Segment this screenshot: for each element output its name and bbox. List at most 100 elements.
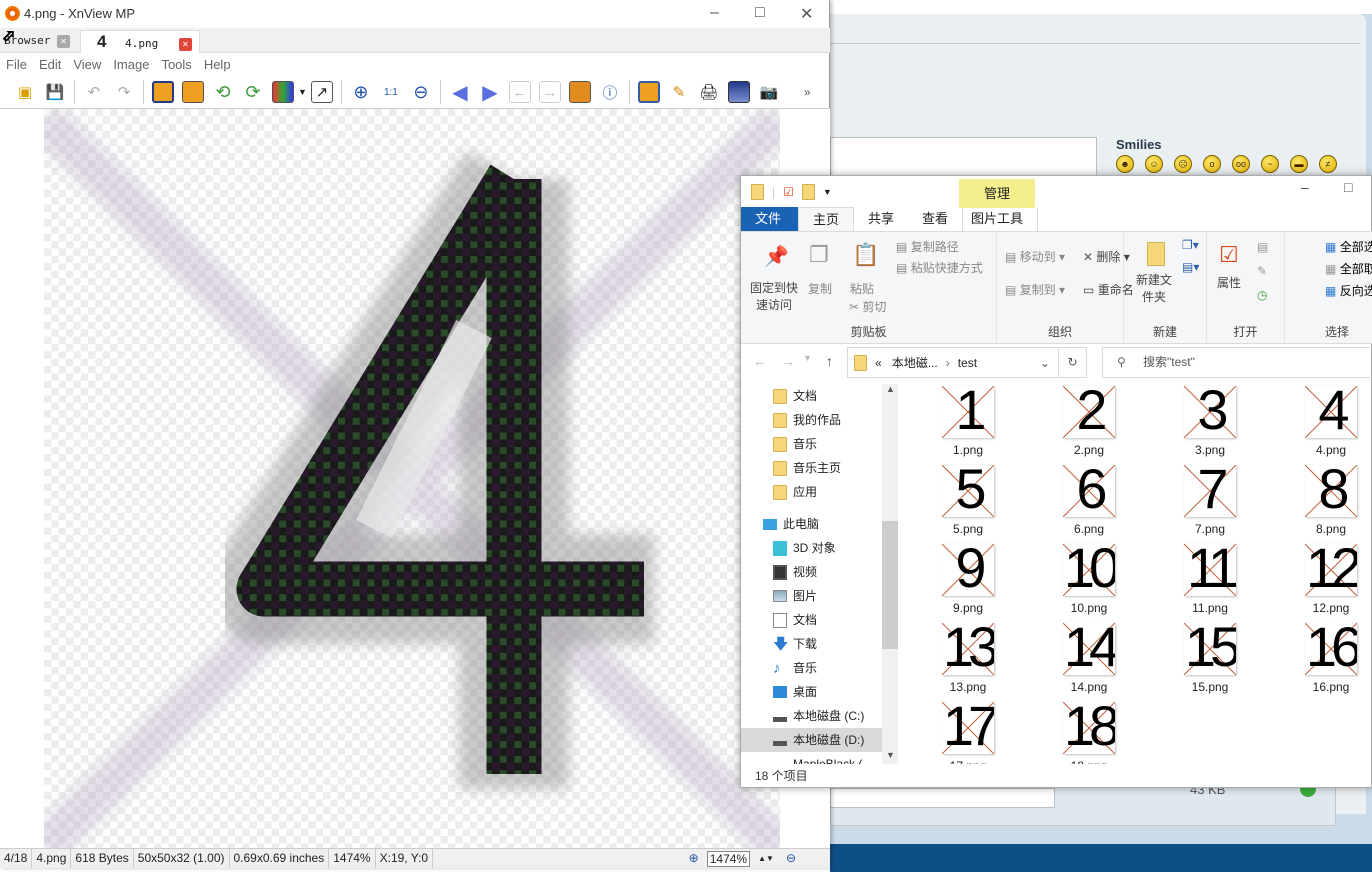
nav-item[interactable]: 音乐	[741, 432, 882, 456]
nav-item[interactable]: 此电脑	[741, 512, 882, 536]
minimize-button[interactable]: –	[1301, 179, 1309, 195]
message-box[interactable]	[830, 137, 1097, 177]
scroll-up-icon[interactable]: ▲	[886, 384, 895, 394]
nav-item[interactable]: 本地磁盘 (D:)	[741, 728, 882, 752]
edit-text-icon[interactable]: ✎	[668, 81, 690, 103]
smiley-eek-icon[interactable]: oo	[1232, 155, 1250, 173]
smiley-sad-icon[interactable]: ☹	[1174, 155, 1192, 173]
easy-access-icon[interactable]: ▤▾	[1182, 260, 1199, 274]
close-button[interactable]: ✕	[800, 4, 813, 24]
pin-quick-access-button[interactable]: 固定到快速访问	[749, 280, 799, 314]
edit-icon[interactable]: ✎	[1257, 264, 1267, 278]
file-item[interactable]: 1 1.png	[928, 386, 1008, 457]
address-dropdown-icon[interactable]: ⌄	[1032, 356, 1058, 370]
smiley-grin-icon[interactable]: ☻	[1116, 155, 1134, 173]
minimize-button[interactable]: –	[710, 4, 719, 22]
slideshow-icon[interactable]	[568, 81, 591, 103]
last-page-icon[interactable]: →	[538, 81, 561, 103]
refresh-icon[interactable]: ↻	[1058, 348, 1086, 377]
close-tab-icon[interactable]: ✕	[56, 34, 70, 48]
file-item[interactable]: 11 11.png	[1170, 544, 1250, 615]
first-page-icon[interactable]: ←	[508, 81, 531, 103]
copy-button[interactable]: 复制	[808, 280, 832, 297]
file-item[interactable]: 2 2.png	[1049, 386, 1129, 457]
smiley-surprised-icon[interactable]: o	[1203, 155, 1221, 173]
rotate-left-icon[interactable]: ⟲	[212, 81, 234, 103]
capture-icon[interactable]: 📷	[758, 81, 780, 103]
delete-button[interactable]: ✕ 删除 ▾	[1083, 248, 1130, 265]
redo-icon[interactable]: ↷	[113, 81, 135, 103]
zoom-out-icon[interactable]: ⊖	[782, 849, 800, 868]
maximize-button[interactable]: □	[755, 4, 765, 22]
menu-view[interactable]: View	[67, 53, 107, 76]
nav-item[interactable]: 3D 对象	[741, 536, 882, 560]
new-folder-icon[interactable]	[801, 184, 815, 200]
scroll-thumb[interactable]	[882, 521, 898, 649]
file-item[interactable]: 14 14.png	[1049, 623, 1129, 694]
zoom-in-icon[interactable]: ⊕	[350, 81, 372, 103]
paste-button[interactable]: 粘贴	[850, 280, 874, 297]
cut-button[interactable]: ✂ 剪切	[849, 298, 886, 315]
rotate-right-icon[interactable]: ⟳	[242, 81, 264, 103]
select-all-button[interactable]: ▦ 全部选择	[1325, 238, 1372, 255]
tab-view[interactable]: 查看	[908, 207, 962, 231]
scroll-down-icon[interactable]: ▼	[886, 750, 895, 760]
nav-item[interactable]: 应用	[741, 480, 882, 504]
copy-to-button[interactable]: ▤ 复制到 ▾	[1005, 281, 1065, 298]
file-item[interactable]: 17 17.png	[928, 702, 1008, 764]
curves-icon[interactable]: ↗	[310, 81, 333, 103]
tab-share[interactable]: 共享	[854, 207, 908, 231]
scan-icon[interactable]	[727, 81, 750, 103]
breadcrumb-drive[interactable]: 本地磁...	[892, 354, 938, 371]
tab-home[interactable]: 主页	[798, 207, 855, 231]
next-icon[interactable]: ▶	[479, 81, 501, 104]
zoom-field[interactable]: 1474%	[706, 850, 751, 867]
new-folder-button[interactable]: 新建文件夹	[1134, 272, 1174, 306]
forward-icon[interactable]: →	[781, 353, 795, 369]
fullscreen-icon[interactable]	[637, 81, 660, 103]
info-icon[interactable]: ⓘ	[599, 81, 621, 103]
file-item[interactable]: 9 9.png	[928, 544, 1008, 615]
move-to-button[interactable]: ▤ 移动到 ▾	[1005, 248, 1065, 265]
nav-item[interactable]: 🡇 下载	[741, 632, 882, 656]
zoom-actual-icon[interactable]: 1:1	[380, 81, 402, 103]
file-item[interactable]: 18 18.png	[1049, 702, 1129, 764]
nav-item[interactable]: 视频	[741, 560, 882, 584]
file-item[interactable]: 3 3.png	[1170, 386, 1250, 457]
save-icon[interactable]: 💾	[44, 81, 66, 103]
select-none-button[interactable]: ▦ 全部取消	[1325, 260, 1372, 277]
back-icon[interactable]: ←	[753, 353, 767, 369]
up-icon[interactable]: ↑	[826, 353, 833, 369]
file-item[interactable]: 13 13.png	[928, 623, 1008, 694]
nav-item[interactable]: 图片	[741, 584, 882, 608]
nav-item[interactable]: MapleBlack (	[741, 752, 882, 764]
zoom-out-icon[interactable]: ⊖	[410, 81, 432, 103]
undo-icon[interactable]: ↶	[83, 81, 105, 103]
image-viewer[interactable]	[0, 109, 830, 848]
properties-button[interactable]: 属性	[1217, 274, 1241, 291]
tab-4png[interactable]: 4 4.png ✕	[80, 30, 200, 53]
menu-edit[interactable]: Edit	[33, 53, 67, 76]
toolbar-overflow-button[interactable]: »	[804, 85, 811, 99]
breadcrumb-test[interactable]: test	[958, 356, 977, 370]
close-tab-icon[interactable]: ✕	[178, 37, 192, 51]
paste-shortcut-button[interactable]: ▤ 粘贴快捷方式	[896, 259, 983, 276]
smiley-mad-icon[interactable]: ≠	[1319, 155, 1337, 173]
file-item[interactable]: 16 16.png	[1291, 623, 1371, 694]
open-icon[interactable]: ▤	[1257, 240, 1268, 254]
nav-scrollbar[interactable]: ▲ ▼	[882, 384, 898, 764]
nav-item[interactable]: 音乐主页	[741, 456, 882, 480]
nav-item[interactable]: 我的作品	[741, 408, 882, 432]
menu-file[interactable]: File	[0, 53, 33, 76]
file-item[interactable]: 4 4.png	[1291, 386, 1371, 457]
properties-icon[interactable]: ☑	[783, 185, 794, 199]
nav-item[interactable]: 桌面	[741, 680, 882, 704]
crop-icon[interactable]	[152, 81, 174, 103]
smiley-smile-icon[interactable]: ☺	[1145, 155, 1163, 173]
smiley-cool-icon[interactable]: ▬	[1290, 155, 1308, 173]
new-item-icon[interactable]: ❐▾	[1182, 238, 1199, 252]
nav-item[interactable]: 文档	[741, 608, 882, 632]
dropdown-arrow-icon[interactable]: ▼	[298, 87, 307, 97]
file-item[interactable]: 12 12.png	[1291, 544, 1371, 615]
recent-dropdown-icon[interactable]: ▼	[803, 353, 812, 369]
